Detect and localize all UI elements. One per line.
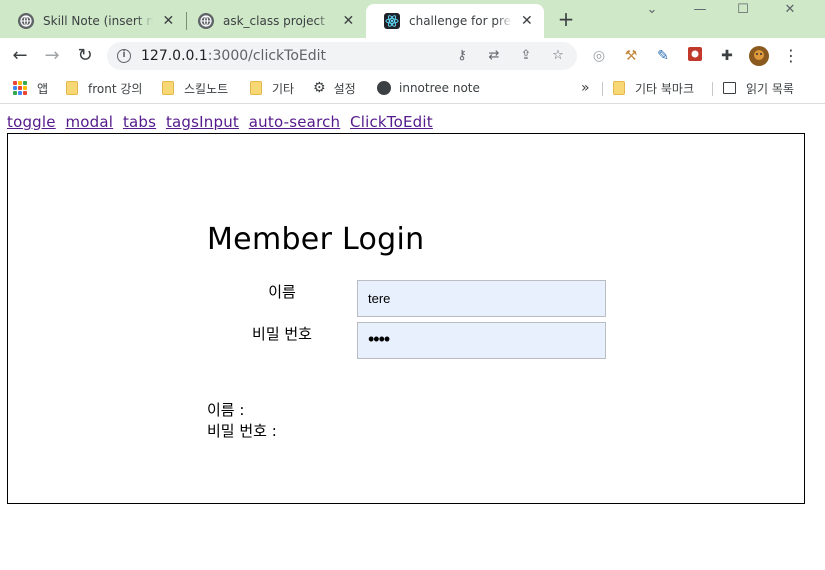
avatar[interactable]	[749, 46, 769, 66]
tab-skill-note[interactable]: Skill Note (insert mode) ✕	[0, 4, 186, 38]
bookmark-label: 앱	[37, 81, 49, 96]
folder-icon	[162, 81, 174, 95]
folder-icon	[66, 81, 78, 95]
translate-icon[interactable]: ⇄	[486, 48, 502, 64]
url-text[interactable]: 127.0.0.1:3000/clickToEdit	[141, 42, 326, 70]
globe-icon	[377, 81, 391, 95]
nav-link-auto-search[interactable]: auto-search	[249, 113, 340, 131]
output-name: 이름 :	[207, 401, 245, 419]
bookmark-settings[interactable]: ⚙ 설정	[313, 74, 356, 102]
name-field[interactable]: tere	[357, 280, 606, 317]
bookmark-label: 기타	[272, 81, 295, 96]
close-tab-icon[interactable]: ✕	[520, 13, 534, 29]
nav-link-clicktoedit[interactable]: ClickToEdit	[350, 113, 433, 131]
tab-title: ask_class project	[223, 14, 325, 28]
extension-red-icon[interactable]	[685, 46, 705, 66]
nav-link-tagsinput[interactable]: tagsInput	[166, 113, 239, 131]
tab-challenge-active[interactable]: challenge for pre-onboarding ✕	[366, 4, 544, 38]
tab-title: Skill Note (insert mode)	[43, 14, 153, 28]
globe-icon	[18, 13, 34, 29]
other-bookmarks[interactable]: 기타 북마크	[613, 74, 694, 102]
color-picker-icon[interactable]: ✎	[653, 46, 673, 66]
back-button[interactable]: ←	[6, 42, 34, 70]
nav-link-toggle[interactable]: toggle	[7, 113, 56, 131]
page-nav: toggle modal tabs tagsInput auto-search …	[7, 113, 438, 133]
output-password: 비밀 번호 :	[207, 422, 277, 440]
bookmark-skillnote[interactable]: 스킬노트	[162, 74, 228, 102]
password-field[interactable]: ••••	[357, 322, 606, 359]
bookmark-label: front 강의	[88, 81, 143, 96]
content-frame: Member Login 이름 tere 비밀 번호 •••• 이름 : 비밀 …	[7, 133, 805, 504]
nav-link-modal[interactable]: modal	[65, 113, 113, 131]
page-title: Member Login	[207, 222, 425, 257]
browser-toolbar: ← → ↻ i 127.0.0.1:3000/clickToEdit ⚷ ⇄ ⇪…	[0, 38, 825, 74]
minimize-button[interactable]: —	[680, 0, 720, 20]
bookmark-apps[interactable]: 앱	[13, 74, 48, 102]
close-tab-icon[interactable]: ✕	[161, 13, 176, 29]
bookmark-divider	[712, 82, 713, 96]
other-bookmarks-label: 기타 북마크	[635, 81, 695, 96]
folder-icon	[250, 81, 262, 95]
chevron-down-icon[interactable]: ⌄	[632, 0, 672, 20]
password-label: 비밀 번호	[252, 325, 312, 343]
info-icon[interactable]: i	[117, 49, 131, 63]
tab-strip: Skill Note (insert mode) ✕ ask_class pro…	[0, 0, 825, 38]
bookmark-divider	[602, 82, 603, 96]
maximize-button[interactable]: ☐	[723, 0, 763, 20]
extension-tool-icon[interactable]: ⚒	[621, 46, 641, 66]
extension-circle-icon[interactable]: ◎	[589, 46, 609, 66]
star-icon[interactable]: ☆	[550, 48, 566, 64]
globe-icon	[198, 13, 214, 29]
address-bar[interactable]: i 127.0.0.1:3000/clickToEdit ⚷ ⇄ ⇪ ☆	[107, 42, 577, 70]
bookmark-label: 설정	[333, 81, 356, 96]
share-icon[interactable]: ⇪	[518, 48, 534, 64]
key-icon[interactable]: ⚷	[454, 48, 470, 64]
reading-list-icon	[723, 82, 736, 94]
gear-icon: ⚙	[313, 80, 326, 96]
react-icon	[384, 13, 400, 29]
forward-button[interactable]: →	[38, 42, 66, 70]
puzzle-icon[interactable]: ✚	[717, 46, 737, 66]
menu-kebab-icon[interactable]: ⋮	[781, 46, 801, 66]
reading-list[interactable]: 읽기 목록	[723, 74, 794, 102]
new-tab-button[interactable]: +	[556, 9, 576, 29]
bookmark-etc[interactable]: 기타	[250, 74, 294, 102]
reading-list-label: 읽기 목록	[746, 81, 794, 96]
bookmark-innotree[interactable]: innotree note	[377, 74, 480, 102]
nav-link-tabs[interactable]: tabs	[123, 113, 156, 131]
bookmark-label: innotree note	[399, 81, 480, 95]
folder-icon	[613, 81, 625, 95]
close-window-button[interactable]: ✕	[770, 0, 810, 20]
bookmarks-overflow-button[interactable]: »	[581, 74, 590, 102]
tab-title: challenge for pre-onboarding	[409, 14, 512, 28]
bookmark-front[interactable]: front 강의	[66, 74, 142, 102]
close-tab-icon[interactable]: ✕	[341, 13, 356, 29]
bookmarks-bar: 앱 front 강의 스킬노트 기타 ⚙ 설정 innotree note » …	[0, 74, 825, 104]
apps-icon	[13, 81, 27, 95]
tab-ask-class[interactable]: ask_class project ✕	[180, 4, 366, 38]
name-label: 이름	[268, 283, 296, 301]
reload-button[interactable]: ↻	[71, 42, 99, 70]
bookmark-label: 스킬노트	[184, 81, 229, 96]
